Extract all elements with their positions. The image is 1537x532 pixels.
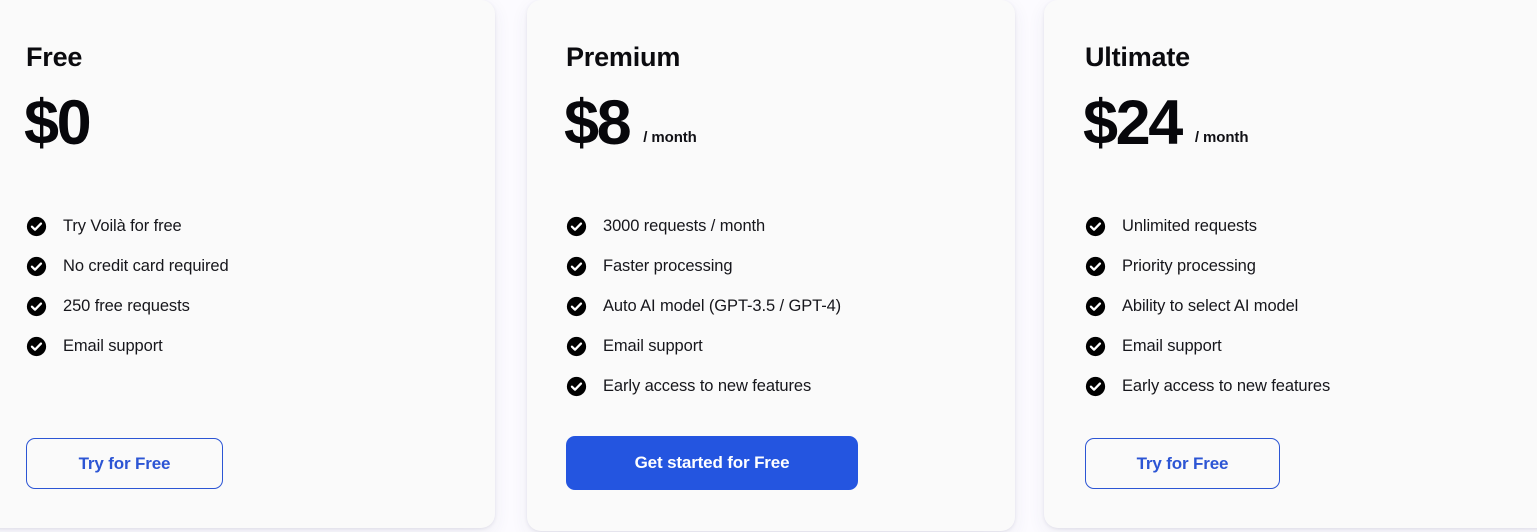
plan-price-free: $0	[24, 88, 92, 158]
feature-label: 250 free requests	[63, 296, 190, 315]
pricing-card-ultimate: Ultimate $24 / month Unlimited requests …	[1044, 0, 1537, 528]
pricing-card-free: Free $0 Try Voilà for free No credit car…	[0, 0, 495, 528]
price-row-ultimate: $24 / month	[1083, 90, 1248, 156]
try-for-free-button-free[interactable]: Try for Free	[26, 438, 223, 489]
plan-name-ultimate: Ultimate	[1085, 42, 1190, 72]
pricing-card-premium: Premium $8 / month 3000 requests / month…	[527, 0, 1015, 531]
list-item: Ability to select AI model	[1085, 286, 1330, 326]
list-item: Priority processing	[1085, 246, 1330, 286]
list-item: Email support	[26, 326, 229, 366]
pricing-plans-container: Free $0 Try Voilà for free No credit car…	[0, 0, 1537, 532]
check-circle-filled-icon	[566, 216, 587, 237]
price-row-premium: $8 / month	[564, 90, 697, 156]
list-item: Email support	[1085, 326, 1330, 366]
list-item: 250 free requests	[26, 286, 229, 326]
check-circle-filled-icon	[566, 376, 587, 397]
feature-label: Email support	[603, 336, 703, 355]
feature-list-free: Try Voilà for free No credit card requir…	[26, 206, 229, 366]
check-circle-filled-icon	[566, 256, 587, 277]
check-circle-filled-icon	[1085, 256, 1106, 277]
plan-name-free: Free	[26, 42, 83, 72]
check-circle-filled-icon	[26, 216, 47, 237]
check-circle-filled-icon	[1085, 376, 1106, 397]
feature-list-premium: 3000 requests / month Faster processing …	[566, 206, 841, 406]
plan-period-ultimate: / month	[1194, 129, 1249, 146]
check-circle-filled-icon	[26, 256, 47, 277]
feature-label: No credit card required	[63, 256, 229, 275]
feature-label: Unlimited requests	[1122, 216, 1257, 235]
feature-label: Email support	[63, 336, 163, 355]
list-item: Auto AI model (GPT-3.5 / GPT-4)	[566, 286, 841, 326]
check-circle-filled-icon	[566, 336, 587, 357]
check-circle-filled-icon	[26, 296, 47, 317]
feature-label: Try Voilà for free	[63, 216, 182, 235]
list-item: Early access to new features	[1085, 366, 1330, 406]
list-item: Early access to new features	[566, 366, 841, 406]
try-for-free-button-ultimate[interactable]: Try for Free	[1085, 438, 1280, 489]
plan-period-premium: / month	[643, 129, 697, 146]
feature-label: Early access to new features	[603, 376, 812, 395]
list-item: Unlimited requests	[1085, 206, 1330, 246]
check-circle-filled-icon	[1085, 216, 1106, 237]
list-item: 3000 requests / month	[566, 206, 841, 246]
list-item: Faster processing	[566, 246, 841, 286]
price-row-free: $0	[24, 90, 103, 156]
plan-price-ultimate: $24	[1083, 88, 1183, 158]
check-circle-filled-icon	[1085, 296, 1106, 317]
feature-label: Email support	[1122, 336, 1222, 355]
feature-label: Faster processing	[603, 256, 733, 275]
list-item: Email support	[566, 326, 841, 366]
feature-list-ultimate: Unlimited requests Priority processing A…	[1085, 206, 1330, 406]
feature-label: Priority processing	[1122, 256, 1256, 275]
check-circle-filled-icon	[566, 296, 587, 317]
check-circle-filled-icon	[26, 336, 47, 357]
feature-label: Auto AI model (GPT-3.5 / GPT-4)	[603, 296, 842, 315]
feature-label: 3000 requests / month	[603, 216, 766, 235]
get-started-for-free-button[interactable]: Get started for Free	[566, 436, 858, 490]
feature-label: Early access to new features	[1122, 376, 1331, 395]
list-item: Try Voilà for free	[26, 206, 229, 246]
list-item: No credit card required	[26, 246, 229, 286]
plan-name-premium: Premium	[566, 42, 681, 72]
feature-label: Ability to select AI model	[1122, 296, 1299, 315]
plan-price-premium: $8	[564, 88, 632, 158]
check-circle-filled-icon	[1085, 336, 1106, 357]
